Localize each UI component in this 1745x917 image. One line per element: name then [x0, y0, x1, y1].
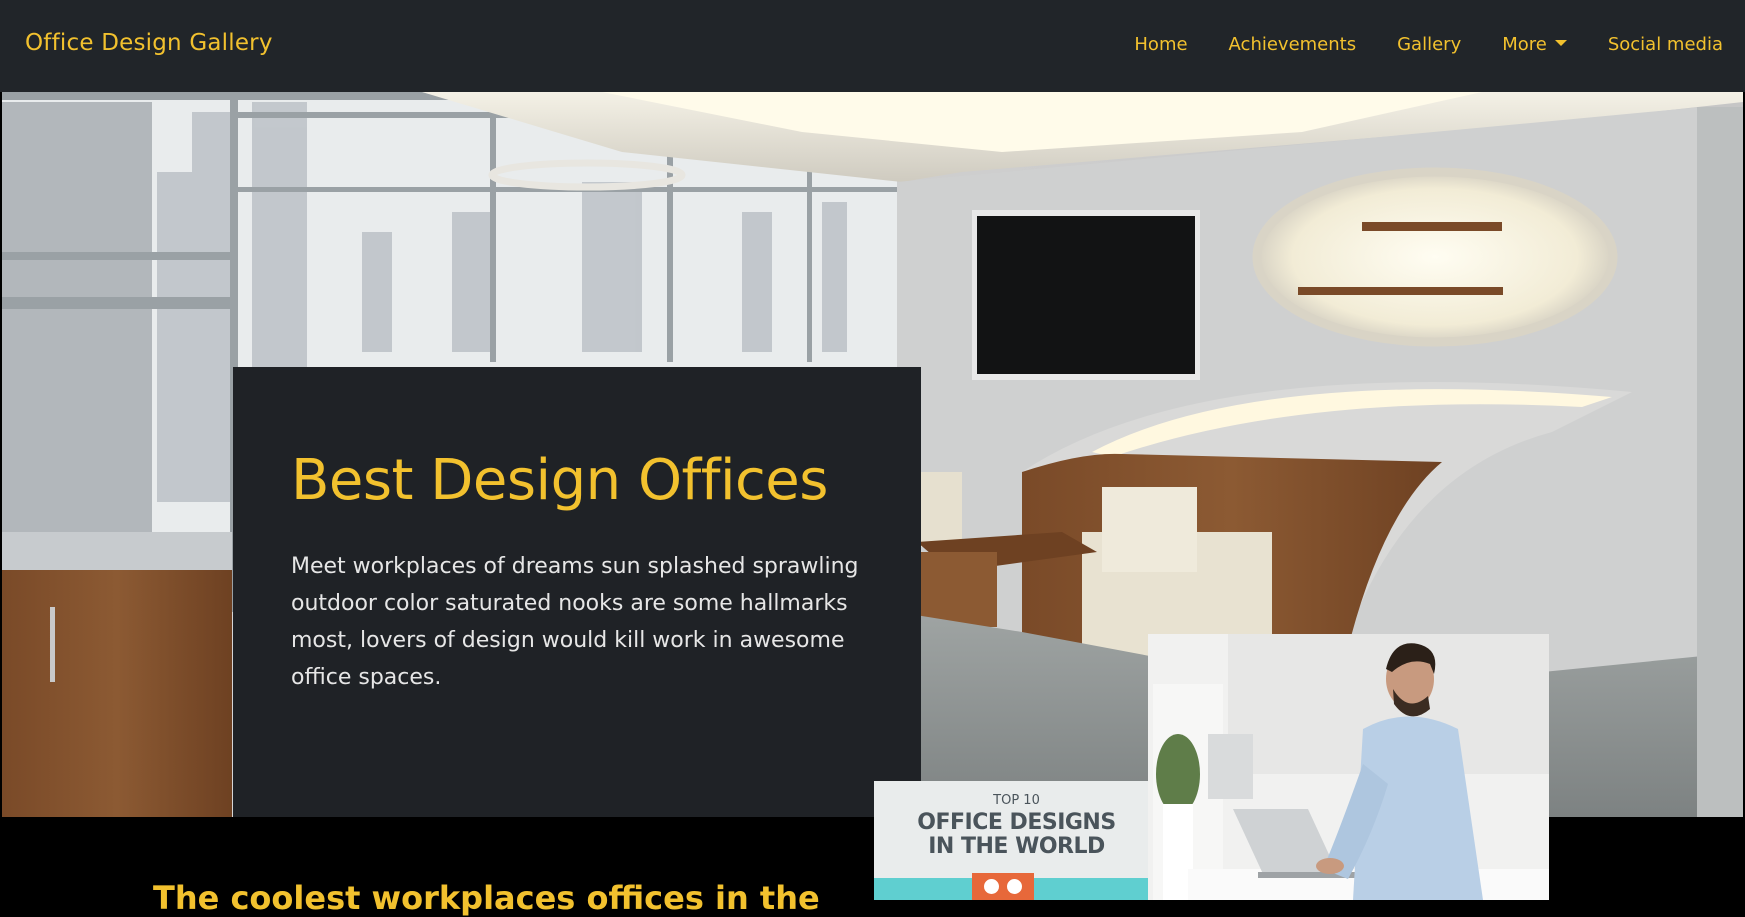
nav-dropdown-more-label: More [1502, 34, 1547, 55]
nav-dropdown-more[interactable]: More [1502, 34, 1567, 55]
nav-link-achievements[interactable]: Achievements [1229, 34, 1357, 55]
section-heading: The coolest workplaces offices in the [153, 879, 820, 917]
man-with-laptop-photo [1148, 634, 1549, 900]
nav-link-home[interactable]: Home [1134, 34, 1187, 55]
hero-description: Meet workplaces of dreams sun splashed s… [291, 554, 859, 691]
office-designs-poster-image: TOP 10 OFFICE DESIGNS IN THE WORLD [874, 781, 1159, 900]
clock-face [984, 879, 999, 894]
poster-kicker: TOP 10 [993, 793, 1040, 808]
brand-link[interactable]: Office Design Gallery [25, 30, 273, 56]
nav-link-gallery[interactable]: Gallery [1397, 34, 1461, 55]
navbar: Office Design Gallery Home Achievements … [0, 0, 1745, 92]
clock-face [1007, 879, 1022, 894]
clock-icon [972, 873, 1034, 900]
hero-title: Best Design Offices [291, 448, 828, 513]
poster-title-line1: OFFICE DESIGNS [917, 810, 1116, 835]
nav-link-social-media[interactable]: Social media [1608, 34, 1723, 55]
hero-card: Best Design Offices Meet workplaces of d… [233, 367, 921, 817]
poster-title: OFFICE DESIGNS IN THE WORLD [874, 811, 1159, 859]
caret-down-icon [1554, 40, 1567, 46]
poster-title-line2: IN THE WORLD [928, 834, 1105, 859]
